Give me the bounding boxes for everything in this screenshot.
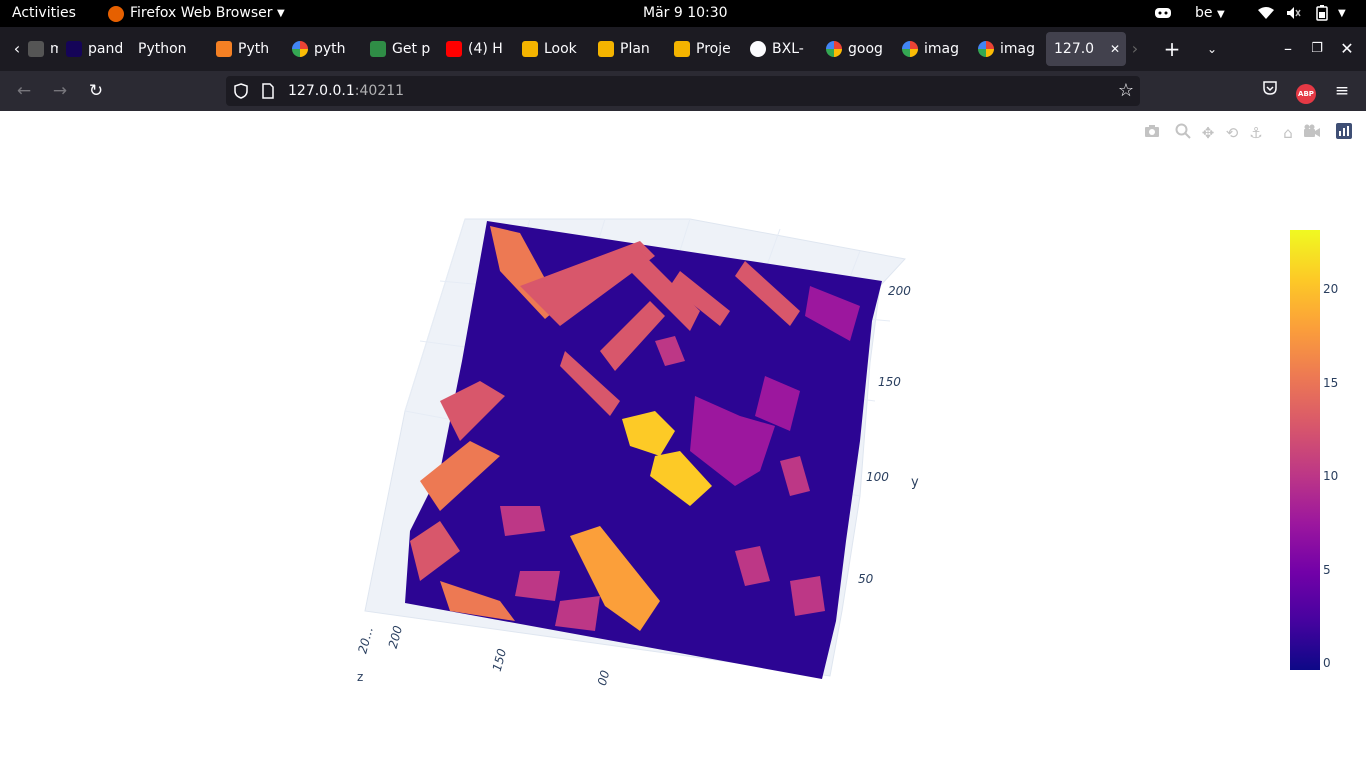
tab-8[interactable]: Plan [596, 32, 666, 66]
system-top-bar: Activities Firefox Web Browser ▼ Mär 9 1… [0, 0, 1366, 27]
tab-label: Look [544, 41, 577, 57]
discord-icon[interactable] [1154, 0, 1172, 27]
url-text[interactable]: 127.0.0.1:40211 [288, 76, 404, 106]
tab-bar: ‹ mgpandPythonPythpythGet p(4) HLookPlan… [0, 27, 1366, 71]
pocket-icon[interactable] [1256, 77, 1284, 105]
tab-label: Get p [392, 41, 431, 57]
google-icon [292, 41, 308, 57]
tab-9[interactable]: Proje [672, 32, 742, 66]
stackoverflow-icon [216, 41, 232, 57]
y-tick-50: 50 [858, 572, 874, 586]
keyboard-layout-indicator[interactable]: be ▼ [1195, 0, 1225, 27]
url-bar[interactable]: 127.0.0.1:40211 ☆ [226, 76, 1140, 106]
close-tab-icon[interactable]: ✕ [1110, 32, 1120, 66]
maximize-icon[interactable]: ❐ [1302, 32, 1332, 66]
keyboard-layout-label: be [1195, 5, 1213, 21]
tab-label: pand [88, 41, 124, 57]
tab-11[interactable]: goog [824, 32, 894, 66]
tab-13[interactable]: imag [976, 32, 1046, 66]
tab-label: pyth [314, 41, 346, 57]
tab-label: goog [848, 41, 883, 57]
shield-icon[interactable] [234, 83, 248, 103]
bookmark-star-icon[interactable]: ☆ [1118, 80, 1134, 101]
plot-page: ✥ ⟲ ⚓ ⌂ z 200 150 100 50 y 200 150 00 20… [0, 111, 1366, 768]
tab-label: (4) H [468, 41, 503, 57]
pandas-icon [66, 41, 82, 57]
reload-icon[interactable]: ↻ [82, 77, 110, 105]
battery-icon[interactable] [1316, 0, 1328, 27]
url-port: :40211 [354, 83, 405, 99]
github-icon [750, 41, 766, 57]
navigation-bar: ← → ↻ 127.0.0.1:40211 ☆ ABP ≡ [0, 71, 1366, 111]
tab-label: imag [924, 41, 959, 57]
3d-scene[interactable]: z [0, 111, 1366, 768]
slides-icon [598, 41, 614, 57]
scroll-tabs-right-icon[interactable]: › [1120, 32, 1150, 66]
back-icon[interactable]: ← [10, 77, 38, 105]
activities-button[interactable]: Activities [12, 0, 76, 27]
tab-label: Python [138, 41, 187, 57]
surface-building-17 [515, 571, 560, 601]
system-menu-chevron-icon[interactable]: ▼ [1338, 0, 1346, 27]
tab-5[interactable]: Get p [368, 32, 438, 66]
tab-2[interactable]: Python [136, 32, 208, 66]
y-axis-title: y [911, 475, 919, 490]
volume-icon[interactable] [1286, 0, 1302, 27]
tab-label: Plan [620, 41, 650, 57]
chevron-down-icon: ▼ [276, 8, 285, 19]
tab-7[interactable]: Look [520, 32, 590, 66]
y-tick-200: 200 [888, 284, 911, 298]
wifi-icon[interactable] [1258, 0, 1274, 27]
google-icon [978, 41, 994, 57]
colorbar-tick-0: 0 [1323, 656, 1331, 670]
tab-12[interactable]: imag [900, 32, 970, 66]
generic-icon [28, 41, 44, 57]
surface-building-18 [555, 596, 600, 631]
adblock-badge: ABP [1296, 84, 1316, 104]
tab-14[interactable]: 127.0 ✕ [1046, 32, 1126, 66]
tab-3[interactable]: Pyth [214, 32, 284, 66]
colorbar-tick-20: 20 [1323, 282, 1339, 296]
tab-label: Pyth [238, 41, 270, 57]
adblock-plus-icon[interactable]: ABP [1292, 77, 1320, 105]
tab-10[interactable]: BXL- [748, 32, 818, 66]
close-window-icon[interactable]: ✕ [1332, 32, 1362, 66]
tab-0[interactable]: mg [26, 32, 58, 66]
colorbar-tick-10: 10 [1323, 469, 1339, 483]
forward-icon[interactable]: → [46, 77, 74, 105]
chevron-down-icon: ▼ [1216, 9, 1225, 20]
surface-building-23 [790, 576, 825, 616]
tab-4[interactable]: pyth [290, 32, 362, 66]
surface-building-21 [500, 506, 545, 536]
google-icon [826, 41, 842, 57]
geeksforgeeks-icon [370, 41, 386, 57]
app-menu[interactable]: Firefox Web Browser ▼ [108, 0, 285, 27]
tab-label: Proje [696, 41, 731, 57]
app-name: Firefox Web Browser [130, 5, 273, 21]
youtube-icon [446, 41, 462, 57]
tab-1[interactable]: pand [64, 32, 130, 66]
tab-label: 127.0 [1054, 41, 1095, 57]
colorbar [1290, 230, 1320, 670]
tab-6[interactable]: (4) H [444, 32, 514, 66]
google-icon [902, 41, 918, 57]
slides-icon [522, 41, 538, 57]
hamburger-menu-icon[interactable]: ≡ [1328, 77, 1356, 105]
minimize-icon[interactable]: – [1273, 32, 1303, 66]
new-tab-icon[interactable]: + [1157, 32, 1187, 66]
tab-label: imag [1000, 41, 1035, 57]
url-host: 127.0.0.1 [288, 83, 355, 99]
page-icon[interactable] [262, 83, 274, 103]
y-tick-150: 150 [878, 375, 901, 389]
z-axis-stub: z [357, 670, 363, 684]
colorbar-tick-15: 15 [1323, 376, 1339, 390]
slides-icon [674, 41, 690, 57]
clock[interactable]: Mär 9 10:30 [643, 0, 728, 27]
y-tick-100: 100 [866, 470, 889, 484]
tab-label: BXL- [772, 41, 804, 57]
colorbar-tick-5: 5 [1323, 563, 1331, 577]
firefox-icon [108, 5, 124, 22]
tab-label: mg [50, 41, 58, 57]
list-all-tabs-icon[interactable]: ⌄ [1197, 32, 1227, 66]
